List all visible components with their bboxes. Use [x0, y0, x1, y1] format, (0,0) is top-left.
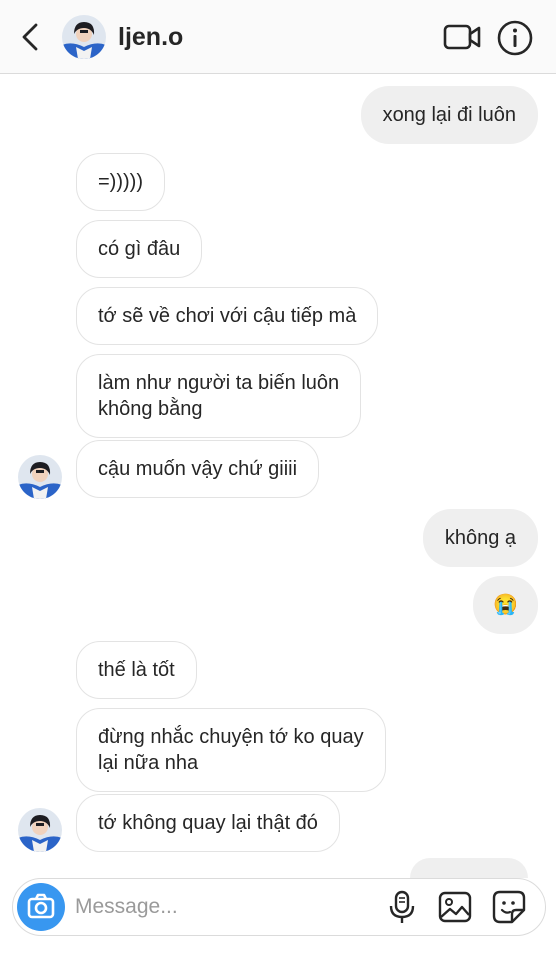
message-line: làm như người ta biến luôn	[98, 372, 340, 394]
incoming-message[interactable]: đừng nhắc chuyện tớ ko quay lại nữa nha	[76, 708, 386, 792]
message-input[interactable]	[73, 887, 377, 927]
microphone-icon[interactable]	[385, 889, 419, 925]
gallery-icon[interactable]	[437, 890, 473, 924]
incoming-message[interactable]: =)))))	[76, 153, 165, 211]
camera-icon	[27, 893, 55, 919]
header-avatar[interactable]	[62, 15, 106, 59]
message-line: lại nữa nha	[98, 752, 199, 774]
info-icon[interactable]	[496, 19, 534, 57]
incoming-message[interactable]: tớ không quay lại thật đó	[76, 794, 340, 852]
message-line: không bằng	[98, 398, 203, 420]
back-chevron-icon[interactable]	[14, 20, 48, 54]
camera-button[interactable]	[17, 883, 65, 931]
outgoing-message[interactable]: không ạ	[422, 509, 538, 567]
message-composer	[12, 878, 546, 936]
sender-avatar[interactable]	[18, 808, 62, 852]
partial-message-bubble	[410, 858, 528, 878]
incoming-message[interactable]: thế là tốt	[76, 641, 197, 699]
sticker-icon[interactable]	[491, 889, 527, 925]
incoming-message[interactable]: làm như người ta biến luôn không bằng	[76, 354, 362, 438]
incoming-message[interactable]: có gì đâu	[76, 220, 203, 278]
incoming-message[interactable]: cậu muốn vậy chứ giiii	[76, 440, 320, 498]
chat-username[interactable]: ljen.o	[118, 23, 183, 52]
outgoing-emoji-message[interactable]: 😭	[473, 576, 538, 634]
outgoing-message[interactable]: xong lại đi luôn	[360, 86, 538, 144]
chat-header: ljen.o	[0, 0, 556, 74]
message-line: đừng nhắc chuyện tớ ko quay	[98, 726, 364, 748]
video-camera-icon[interactable]	[442, 20, 482, 54]
incoming-message[interactable]: tớ sẽ về chơi với cậu tiếp mà	[76, 287, 379, 345]
sender-avatar[interactable]	[18, 455, 62, 499]
